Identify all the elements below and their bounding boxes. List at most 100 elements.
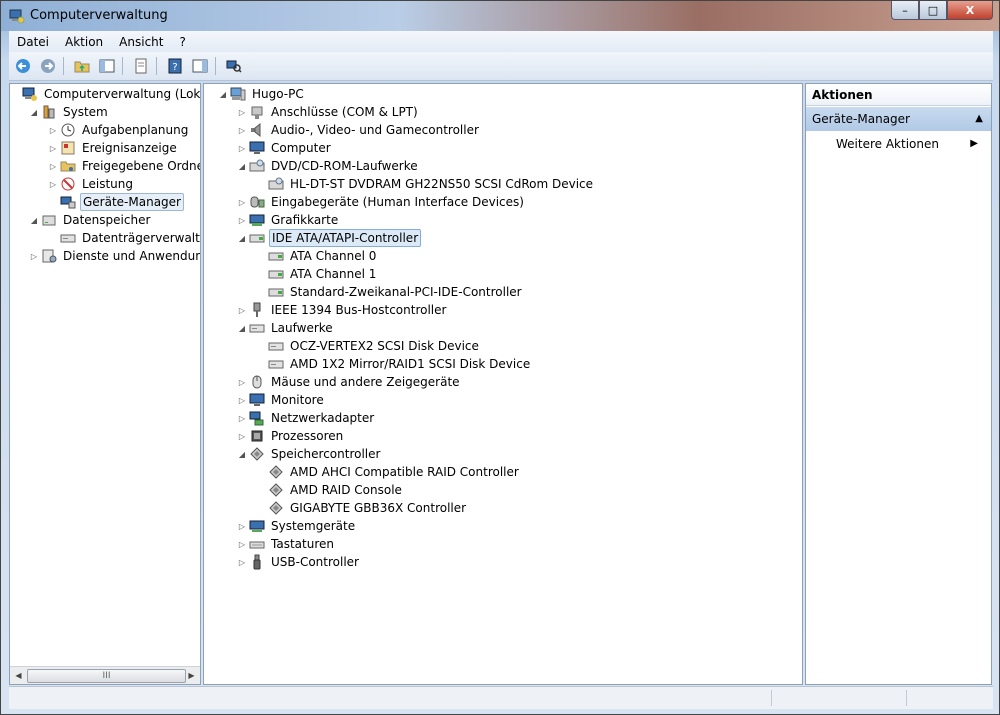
usb-icon bbox=[253, 554, 261, 570]
help-icon: ? bbox=[168, 58, 182, 74]
console-tree-item[interactable]: ◢ Datenspeicher bbox=[29, 211, 152, 229]
expand-arrow-icon[interactable]: ▷ bbox=[237, 306, 247, 315]
minimize-button[interactable]: – bbox=[891, 1, 919, 20]
export-list-button[interactable] bbox=[130, 55, 152, 77]
device-tree-item[interactable]: HL-DT-ST DVDRAM GH22NS50 SCSI CdRom Devi… bbox=[256, 175, 595, 193]
console-tree-item[interactable]: Computerverwaltung (Lokal) bbox=[10, 85, 200, 103]
show-hide-action-pane-button[interactable] bbox=[189, 55, 211, 77]
device-tree-item[interactable]: ▷ Audio-, Video- und Gamecontroller bbox=[237, 121, 481, 139]
collapse-arrow-icon[interactable]: ◢ bbox=[29, 216, 39, 225]
device-tree-item[interactable]: AMD RAID Console bbox=[256, 481, 404, 499]
scroll-left-button[interactable]: ◀ bbox=[11, 668, 26, 683]
device-tree-item[interactable]: ▷ USB-Controller bbox=[237, 553, 361, 571]
device-tree-item[interactable]: ▷ Tastaturen bbox=[237, 535, 336, 553]
menu-help[interactable]: ? bbox=[171, 35, 193, 49]
back-button[interactable] bbox=[12, 55, 34, 77]
expand-arrow-icon[interactable]: ▷ bbox=[237, 432, 247, 441]
expand-arrow-icon[interactable]: ▷ bbox=[237, 558, 247, 567]
expand-arrow-icon[interactable]: ▷ bbox=[48, 180, 58, 189]
device-tree-item[interactable]: OCZ-VERTEX2 SCSI Disk Device bbox=[256, 337, 481, 355]
device-tree-item[interactable]: AMD AHCI Compatible RAID Controller bbox=[256, 463, 521, 481]
console-tree-item[interactable]: ▷ Ereignisanzeige bbox=[48, 139, 179, 157]
forward-button[interactable] bbox=[37, 55, 59, 77]
device-tree-item[interactable]: AMD 1X2 Mirror/RAID1 SCSI Disk Device bbox=[256, 355, 532, 373]
expand-arrow-icon[interactable]: ▷ bbox=[237, 216, 247, 225]
tree-item-label: ATA Channel 0 bbox=[290, 249, 377, 263]
console-tree-pane[interactable]: ◀ III ▶ Computerverwaltung (Lokal) ◢ Syste… bbox=[9, 83, 201, 685]
device-tree-item[interactable]: ◢ IDE ATA/ATAPI-Controller bbox=[237, 229, 422, 247]
help-button[interactable]: ? bbox=[164, 55, 186, 77]
collapse-arrow-icon[interactable]: ◢ bbox=[29, 108, 39, 117]
device-tree-item[interactable]: Standard-Zweikanal-PCI-IDE-Controller bbox=[256, 283, 524, 301]
expand-arrow-icon[interactable]: ▷ bbox=[237, 540, 247, 549]
expand-arrow-icon[interactable]: ▷ bbox=[237, 522, 247, 531]
menu-ansicht[interactable]: Ansicht bbox=[111, 35, 171, 49]
show-hide-tree-button[interactable] bbox=[96, 55, 118, 77]
scroll-right-button[interactable]: ▶ bbox=[184, 668, 199, 683]
actions-section-device-manager[interactable]: Geräte-Manager ▲ bbox=[806, 107, 991, 131]
device-tree-item[interactable]: ▷ Eingabegeräte (Human Interface Devices) bbox=[237, 193, 526, 211]
expand-arrow-icon[interactable]: ▷ bbox=[237, 108, 247, 117]
expand-arrow-icon[interactable]: ▷ bbox=[48, 144, 58, 153]
window-title: Computerverwaltung bbox=[30, 8, 168, 23]
show-hide-tree-icon bbox=[99, 59, 115, 73]
expand-arrow-icon[interactable]: ▷ bbox=[29, 252, 39, 261]
expand-arrow-icon[interactable]: ▷ bbox=[237, 198, 247, 207]
scan-hardware-button[interactable] bbox=[223, 55, 245, 77]
device-tree-item[interactable]: ▷ Monitore bbox=[237, 391, 326, 409]
console-tree-item[interactable]: Geräte-Manager bbox=[48, 193, 184, 211]
console-tree-item[interactable]: ◢ System bbox=[29, 103, 110, 121]
expand-arrow-icon[interactable]: ▷ bbox=[237, 144, 247, 153]
device-tree-item[interactable]: ◢ Laufwerke bbox=[237, 319, 335, 337]
device-tree-item[interactable]: ▷ Mäuse und andere Zeigegeräte bbox=[237, 373, 462, 391]
expand-arrow-icon[interactable]: ▷ bbox=[237, 414, 247, 423]
menu-aktion[interactable]: Aktion bbox=[57, 35, 111, 49]
tree-item-label: HL-DT-ST DVDRAM GH22NS50 SCSI CdRom Devi… bbox=[290, 177, 594, 191]
disk-drive-icon bbox=[249, 324, 265, 333]
expand-arrow-icon[interactable]: ▷ bbox=[237, 126, 247, 135]
device-tree-item[interactable]: GIGABYTE GBB36X Controller bbox=[256, 499, 468, 517]
expand-arrow-icon[interactable]: ▷ bbox=[237, 378, 247, 387]
device-tree-item[interactable]: ▷ IEEE 1394 Bus-Hostcontroller bbox=[237, 301, 448, 319]
more-actions-item[interactable]: Weitere Aktionen ▶ bbox=[836, 133, 986, 155]
device-tree-item[interactable]: ▷ Netzwerkadapter bbox=[237, 409, 376, 427]
collapse-arrow-icon[interactable]: ◢ bbox=[218, 90, 228, 99]
collapse-arrow-icon[interactable]: ◢ bbox=[237, 162, 247, 171]
tree-item-label: ATA Channel 1 bbox=[290, 267, 377, 281]
menu-datei[interactable]: Datei bbox=[9, 35, 57, 49]
device-tree-pane[interactable]: ◢ Hugo-PC ▷ Anschlüsse (COM & LPT) ▷ Audio-, … bbox=[203, 83, 803, 685]
console-tree-item[interactable]: ▷ Aufgabenplanung bbox=[48, 121, 190, 139]
collapse-arrow-icon[interactable]: ◢ bbox=[237, 234, 247, 243]
scroll-thumb[interactable]: III bbox=[27, 669, 186, 683]
device-tree-item[interactable]: ◢ DVD/CD-ROM-Laufwerke bbox=[237, 157, 420, 175]
console-tree-item[interactable]: ▷ Dienste und Anwendungen bbox=[29, 247, 200, 265]
device-tree-item[interactable]: ATA Channel 0 bbox=[256, 247, 378, 265]
device-tree-item[interactable]: ▷ Computer bbox=[237, 139, 333, 157]
tree-item-label: USB-Controller bbox=[271, 555, 359, 569]
collapse-icon[interactable]: ▲ bbox=[975, 107, 983, 131]
expand-arrow-icon[interactable]: ▷ bbox=[48, 162, 58, 171]
expand-arrow-icon[interactable]: ▷ bbox=[237, 396, 247, 405]
horizontal-scrollbar[interactable]: ◀ III ▶ bbox=[10, 666, 200, 684]
title-bar[interactable]: Computerverwaltung – □ X bbox=[1, 1, 999, 31]
firewire-icon bbox=[253, 302, 261, 317]
close-button[interactable]: X bbox=[947, 1, 993, 20]
console-tree-item[interactable]: ▷ Leistung bbox=[48, 175, 135, 193]
device-tree-item[interactable]: ◢ Speichercontroller bbox=[237, 445, 382, 463]
device-tree-item[interactable]: ATA Channel 1 bbox=[256, 265, 378, 283]
up-folder-button[interactable] bbox=[71, 55, 93, 77]
collapse-arrow-icon[interactable]: ◢ bbox=[237, 324, 247, 333]
device-tree-item[interactable]: ◢ Hugo-PC bbox=[218, 85, 306, 103]
device-tree-item[interactable]: ▷ Anschlüsse (COM & LPT) bbox=[237, 103, 420, 121]
device-tree-item[interactable]: ▷ Prozessoren bbox=[237, 427, 345, 445]
maximize-button[interactable]: □ bbox=[919, 1, 947, 20]
console-tree-item[interactable]: Datenträgerverwaltung bbox=[48, 229, 200, 247]
console-tree-item[interactable]: ▷ Freigegebene Ordner bbox=[48, 157, 200, 175]
collapse-arrow-icon[interactable]: ◢ bbox=[237, 450, 247, 459]
tree-item-label: Computer bbox=[271, 141, 331, 155]
clock-icon bbox=[61, 123, 75, 137]
port-icon bbox=[251, 106, 263, 119]
device-tree-item[interactable]: ▷ Grafikkarte bbox=[237, 211, 340, 229]
expand-arrow-icon[interactable]: ▷ bbox=[48, 126, 58, 135]
device-tree-item[interactable]: ▷ Systemgeräte bbox=[237, 517, 357, 535]
